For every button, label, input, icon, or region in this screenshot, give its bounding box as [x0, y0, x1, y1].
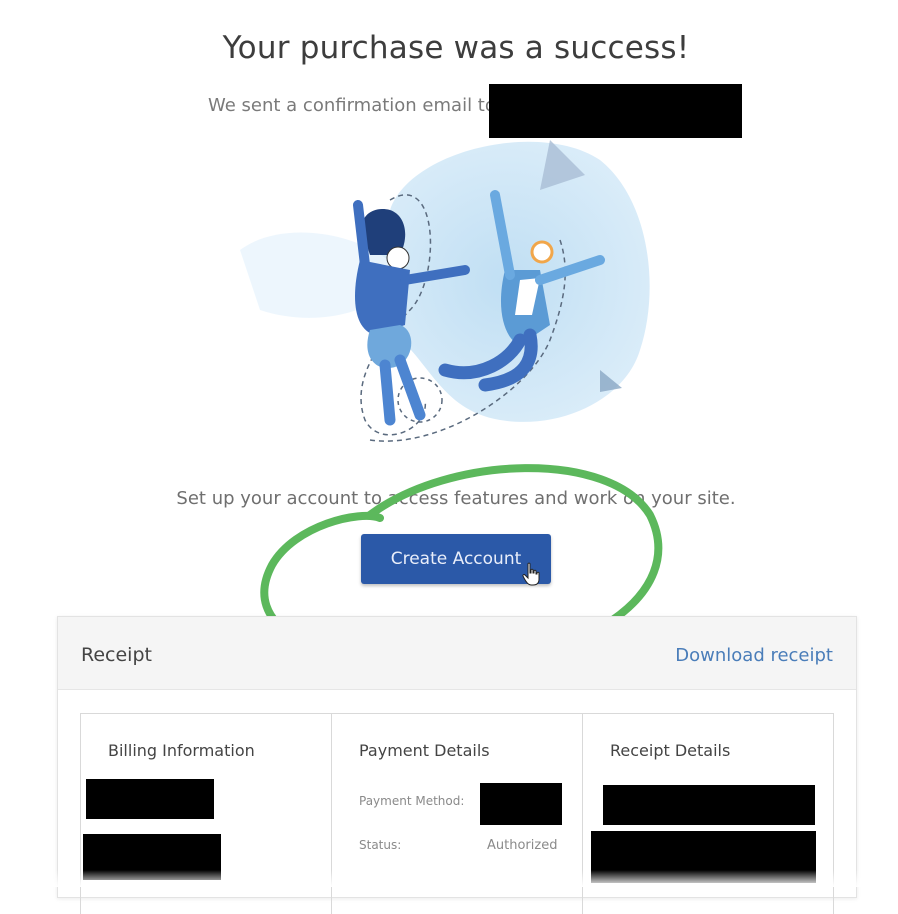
page-title: Your purchase was a success!	[222, 30, 690, 66]
celebration-illustration	[240, 140, 650, 442]
account-setup-text: Set up your account to access features a…	[176, 488, 736, 509]
bottom-fade	[0, 870, 898, 887]
receipt-card: Receipt Download receipt Billing Informa…	[57, 616, 857, 914]
receipt-title: Receipt	[81, 644, 152, 666]
confirmation-email-text: We sent a confirmation email to	[208, 95, 496, 116]
receipt-header: Receipt Download receipt	[58, 617, 856, 690]
hand-pointer-cursor-icon	[522, 562, 540, 586]
status-value: Authorized	[487, 838, 558, 853]
payment-details-heading: Payment Details	[359, 741, 490, 760]
redacted-receipt-detail-1	[603, 785, 815, 825]
redacted-billing-name	[86, 779, 214, 819]
billing-information-heading: Billing Information	[108, 741, 255, 760]
download-receipt-link[interactable]: Download receipt	[675, 645, 833, 666]
redacted-payment-method	[480, 783, 562, 825]
receipt-details-heading: Receipt Details	[610, 741, 731, 760]
payment-method-label: Payment Method:	[359, 794, 465, 808]
status-label: Status:	[359, 838, 402, 852]
